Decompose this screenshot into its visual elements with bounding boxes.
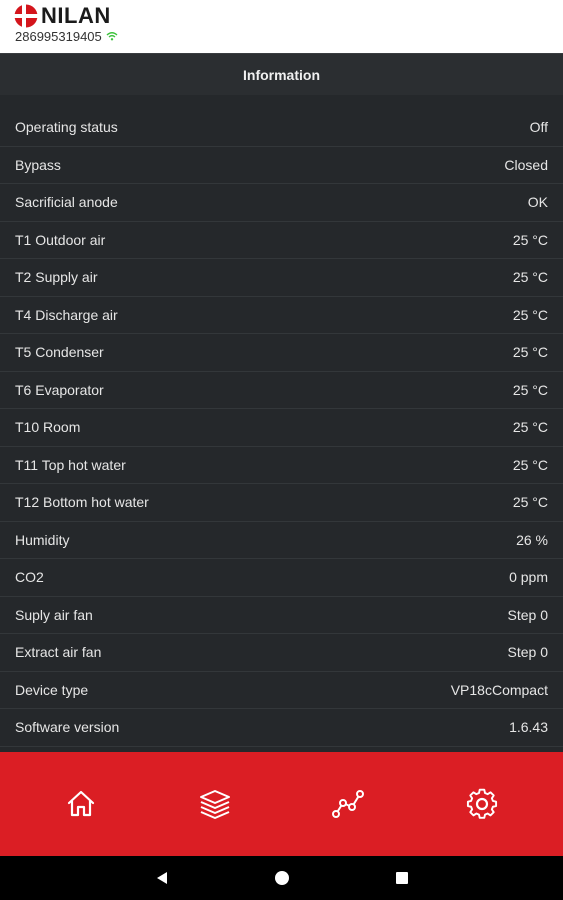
info-row: T5 Condenser 25 °C [0,334,563,372]
info-row-value: 25 °C [512,381,548,398]
info-row-label: T12 Bottom hot water [15,494,149,511]
info-row-value: 0 ppm [509,569,548,586]
info-row-label: CO2 [15,569,44,586]
info-row-label: T5 Condenser [15,344,104,361]
info-row: Software version 1.6.43 [0,709,563,747]
recents-icon [395,872,408,884]
info-row: Suply air fan Step 0 [0,597,563,634]
info-row-value: 1.6.43 [509,719,548,736]
info-list: Operating status Off Bypass Closed Sacrifici… [0,109,563,747]
info-row: T2 Supply air 25 °C [0,259,563,297]
info-row-label: Sacrificial anode [15,194,118,211]
info-row: Sacrificial anode OK [0,184,563,222]
page-title-bar: Information [0,53,563,95]
app-header: NILAN 286995319405 [0,0,563,53]
info-row-value: 25 °C [512,344,548,361]
info-row-value: Step 0 [507,644,548,661]
info-row-label: T10 Room [15,419,81,436]
nav-settings-button[interactable] [452,774,512,834]
info-row-label: T6 Evaporator [15,381,104,398]
info-row-label: Device type [15,681,89,698]
info-row-value: 25 °C [512,231,548,248]
graph-icon [332,790,365,818]
info-row-value: Step 0 [507,606,548,623]
info-row-value: VP18cCompact [450,681,548,698]
device-serial: 286995319405 [15,29,118,44]
info-row-value: Off [529,119,548,136]
info-row-label: Extract air fan [15,644,102,661]
info-row: T11 Top hot water 25 °C [0,447,563,484]
info-row-label: Operating status [15,119,118,136]
info-row-value: 25 °C [512,456,548,473]
serial-number: 286995319405 [15,29,102,44]
info-row-value: 25 °C [512,269,548,286]
page-title: Information [243,66,320,83]
system-recents-button[interactable] [372,856,432,900]
info-row: Operating status Off [0,109,563,147]
info-row-label: T2 Supply air [15,269,98,286]
info-row-label: T4 Discharge air [15,306,118,323]
info-row-label: Bypass [15,156,61,173]
nav-graph-button[interactable] [318,774,378,834]
nilan-logo: NILAN [14,4,111,28]
info-row-value: OK [527,194,548,211]
info-row: Device type VP18cCompact [0,672,563,709]
info-row: T1 Outdoor air 25 °C [0,222,563,259]
info-row-value: 26 % [516,531,548,548]
back-icon [156,872,167,884]
info-row-value: Closed [504,156,548,173]
info-row-label: Humidity [15,531,70,548]
info-row: T12 Bottom hot water 25 °C [0,484,563,522]
nav-layers-button[interactable] [185,774,245,834]
wifi-icon [106,29,118,44]
info-row: T6 Evaporator 25 °C [0,372,563,409]
info-row-value: 25 °C [512,306,548,323]
info-row-label: Suply air fan [15,606,93,623]
system-back-button[interactable] [132,856,192,900]
bottom-navigation [0,752,563,856]
info-row-value: 25 °C [512,419,548,436]
danish-flag-icon [14,4,38,28]
system-navigation-bar [0,856,563,900]
info-row-value: 25 °C [512,494,548,511]
home-circle-icon [274,871,289,885]
info-row-label: Software version [15,719,120,736]
info-row: T10 Room 25 °C [0,409,563,447]
info-row: Extract air fan Step 0 [0,634,563,672]
info-row: CO2 0 ppm [0,559,563,597]
info-row-label: T1 Outdoor air [15,231,106,248]
info-row: T4 Discharge air 25 °C [0,297,563,334]
brand-name: NILAN [41,3,111,28]
gear-icon [467,788,498,819]
layers-icon [199,790,230,819]
info-row: Humidity 26 % [0,522,563,559]
home-icon [67,790,94,817]
info-row-label: T11 Top hot water [15,456,126,473]
system-home-button[interactable] [252,856,312,900]
nav-home-button[interactable] [51,774,111,834]
info-row: Bypass Closed [0,147,563,184]
